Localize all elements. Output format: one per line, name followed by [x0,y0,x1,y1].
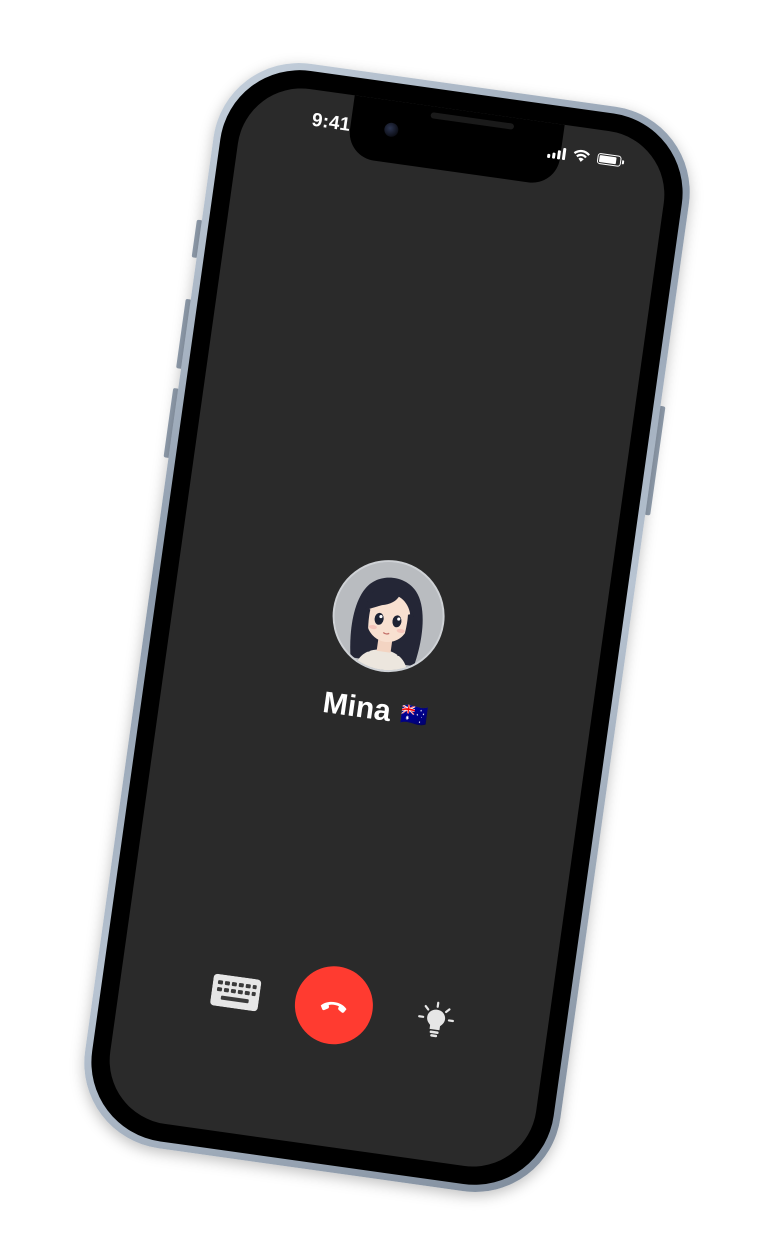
call-controls [115,937,552,1076]
phone-bezel: 9:41 Mina 🇦🇺 [81,59,693,1196]
contact-name-row: Mina 🇦🇺 [321,686,430,734]
battery-icon [596,152,622,167]
hint-button[interactable] [413,998,458,1043]
status-time: 9:41 [310,109,352,136]
end-call-button[interactable] [289,961,378,1050]
call-screen: 9:41 Mina 🇦🇺 [101,80,673,1175]
phone-hangup-icon [320,1001,347,1013]
keyboard-icon [210,973,262,1012]
earpiece-speaker [430,112,515,130]
notch [346,95,565,187]
front-camera [383,121,400,138]
contact-avatar [325,552,452,680]
anime-girl-avatar [327,555,450,678]
australia-flag-icon: 🇦🇺 [398,700,430,730]
contact-info: Mina 🇦🇺 [160,531,609,757]
wifi-icon [573,149,591,162]
keyboard-button[interactable] [210,973,262,1012]
contact-name: Mina [320,685,394,729]
battery-level [598,155,617,165]
cellular-signal-icon [547,145,567,160]
lightbulb-icon [418,1001,454,1038]
phone-device: 9:41 Mina 🇦🇺 [73,51,701,1204]
